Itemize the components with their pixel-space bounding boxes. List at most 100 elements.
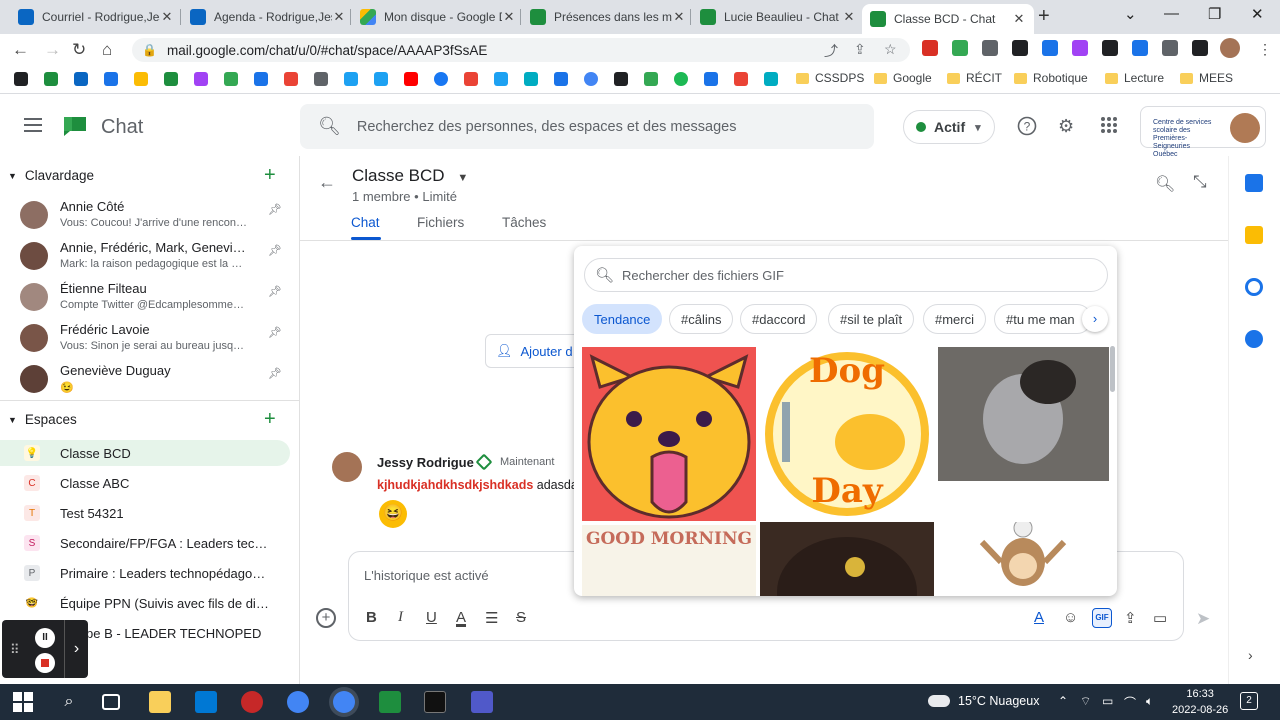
- stop-button[interactable]: [35, 653, 55, 673]
- browser-tab[interactable]: Présences dans les mi ✕: [522, 2, 694, 32]
- upload-icon[interactable]: ⇪: [1124, 609, 1137, 627]
- extension-icon[interactable]: [1102, 40, 1118, 56]
- add-people-button[interactable]: 👤︎ Ajouter d: [485, 334, 585, 368]
- notification-center-icon[interactable]: 2: [1240, 692, 1258, 710]
- maximize-button[interactable]: ❐: [1208, 5, 1221, 23]
- puzzle-icon[interactable]: [1162, 40, 1178, 56]
- new-tab-button[interactable]: +: [1038, 5, 1050, 28]
- space-item[interactable]: T Test 54321: [0, 500, 290, 526]
- chip-hashtag[interactable]: #merci: [923, 304, 987, 334]
- search-bar[interactable]: 🔍︎ Recherchez des personnes, des espaces…: [300, 104, 874, 149]
- close-tab-icon[interactable]: ✕: [842, 9, 856, 25]
- chevron-up-icon[interactable]: ⌃: [1058, 694, 1068, 708]
- windows-start-icon[interactable]: [12, 691, 34, 713]
- bookmark-icon[interactable]: [284, 72, 298, 86]
- close-tab-icon[interactable]: ✕: [672, 9, 686, 25]
- chip-hashtag[interactable]: #câlins: [669, 304, 734, 334]
- tasks-icon[interactable]: [1245, 278, 1263, 296]
- teams-icon[interactable]: [471, 691, 493, 713]
- space-item[interactable]: S Secondaire/FP/FGA : Leaders tec…: [0, 530, 290, 556]
- space-item[interactable]: 🤓 Équipe PPN (Suivis avec fils de di…: [0, 590, 290, 616]
- back-arrow-icon[interactable]: ←: [12, 40, 29, 60]
- bookmark-icon[interactable]: [254, 72, 268, 86]
- minimize-button[interactable]: —: [1164, 5, 1179, 22]
- maps-icon[interactable]: [734, 72, 748, 86]
- reload-icon[interactable]: ↻: [72, 40, 86, 60]
- space-title[interactable]: Classe BCD ▼: [352, 166, 468, 186]
- chevron-right-icon[interactable]: ›: [1248, 647, 1253, 663]
- dm-item[interactable]: Annie, Frédéric, Mark, Genevi… Mark: la …: [20, 240, 290, 280]
- bookmark-icon[interactable]: [224, 72, 238, 86]
- video-call-icon[interactable]: ▭: [1153, 609, 1167, 627]
- account-avatar[interactable]: [1230, 113, 1260, 143]
- account-switcher[interactable]: Centre de services scolaire des Première…: [1140, 106, 1266, 158]
- forward-arrow-icon[interactable]: →: [44, 40, 61, 60]
- status-dropdown[interactable]: Actif ▾: [903, 110, 995, 144]
- open-in-app-icon[interactable]: ⤴: [824, 41, 838, 61]
- twitter-icon[interactable]: [344, 72, 358, 86]
- twitter-icon[interactable]: [374, 72, 388, 86]
- bookmark-icon[interactable]: [614, 72, 628, 86]
- app-icon[interactable]: [241, 691, 263, 713]
- tab-chat[interactable]: Chat: [351, 215, 380, 230]
- file-explorer-icon[interactable]: [149, 691, 171, 713]
- browser-tab-active[interactable]: Classe BCD - Chat ✕: [862, 4, 1034, 34]
- tab-search-button[interactable]: ⌄: [1124, 5, 1137, 23]
- gif-thumbnail-dog-day[interactable]: Dog Day: [760, 347, 934, 521]
- system-clock[interactable]: 16:33 2022-08-26: [1172, 686, 1228, 718]
- browser-tab[interactable]: Courriel - Rodrigue,Jes ✕: [10, 2, 182, 32]
- pin-icon[interactable]: 📌︎: [268, 244, 282, 257]
- volume-icon[interactable]: 🔈︎: [1146, 694, 1153, 709]
- pin-icon[interactable]: 📌︎: [268, 367, 282, 380]
- close-tab-icon[interactable]: ✕: [1012, 11, 1026, 27]
- scrollbar[interactable]: [1110, 346, 1115, 392]
- chip-hashtag[interactable]: #sil te plaît: [828, 304, 915, 334]
- bookmark-icon[interactable]: [14, 72, 28, 86]
- close-tab-icon[interactable]: ✕: [502, 9, 516, 25]
- extension-icon[interactable]: [922, 40, 938, 56]
- search-icon[interactable]: ⌕: [58, 691, 80, 713]
- bookmark-icon[interactable]: [44, 72, 58, 86]
- pin-icon[interactable]: 📌︎: [268, 326, 282, 339]
- bookmark-icon[interactable]: [524, 72, 538, 86]
- close-tab-icon[interactable]: ✕: [332, 9, 346, 25]
- bold-icon[interactable]: B: [366, 609, 377, 626]
- underline-icon[interactable]: U: [426, 609, 437, 626]
- terminal-icon[interactable]: [424, 691, 446, 713]
- chrome-icon[interactable]: [333, 691, 355, 713]
- keep-icon[interactable]: [1245, 226, 1263, 244]
- new-space-plus-icon[interactable]: +: [264, 408, 276, 431]
- new-chat-plus-icon[interactable]: +: [264, 164, 276, 187]
- google-icon[interactable]: [584, 72, 598, 86]
- close-tab-icon[interactable]: ✕: [160, 9, 174, 25]
- bookmark-folder[interactable]: MEES: [1180, 71, 1233, 85]
- bookmark-folder[interactable]: Robotique: [1014, 71, 1088, 85]
- send-icon[interactable]: ➤: [1196, 609, 1210, 629]
- drag-handle-icon[interactable]: ⠿: [10, 642, 20, 658]
- gif-thumbnail-monkey[interactable]: [938, 522, 1109, 596]
- format-text-icon[interactable]: A: [1034, 609, 1044, 626]
- tab-files[interactable]: Fichiers: [417, 215, 464, 230]
- facebook-icon[interactable]: [434, 72, 448, 86]
- profile-avatar[interactable]: [1220, 38, 1240, 58]
- bookmark-icon[interactable]: [554, 72, 568, 86]
- chrome-icon[interactable]: [287, 691, 309, 713]
- settings-gear-icon[interactable]: ⚙: [1058, 116, 1074, 137]
- gif-search-input[interactable]: 🔍︎ Rechercher des fichiers GIF: [584, 258, 1108, 292]
- calendar-icon[interactable]: [1245, 174, 1263, 192]
- bookmark-folder[interactable]: Google: [874, 71, 932, 85]
- help-icon[interactable]: ?: [1017, 116, 1037, 141]
- bookmark-icon[interactable]: [194, 72, 208, 86]
- battery-icon[interactable]: ▭: [1102, 694, 1113, 708]
- bookmark-folder[interactable]: CSSDPS: [796, 71, 864, 85]
- twitter-icon[interactable]: [494, 72, 508, 86]
- bookmark-folder[interactable]: RÉCIT: [947, 71, 1002, 85]
- sidepanel-icon[interactable]: [1192, 40, 1208, 56]
- dm-item[interactable]: Frédéric Lavoie Vous: Sinon je serai au …: [20, 322, 290, 362]
- close-window-button[interactable]: ✕: [1251, 5, 1264, 23]
- back-arrow-icon[interactable]: ←: [318, 172, 336, 193]
- extension-icon[interactable]: [1072, 40, 1088, 56]
- app-icon[interactable]: [379, 691, 401, 713]
- spotify-icon[interactable]: [674, 72, 688, 86]
- strikethrough-icon[interactable]: S: [516, 609, 526, 626]
